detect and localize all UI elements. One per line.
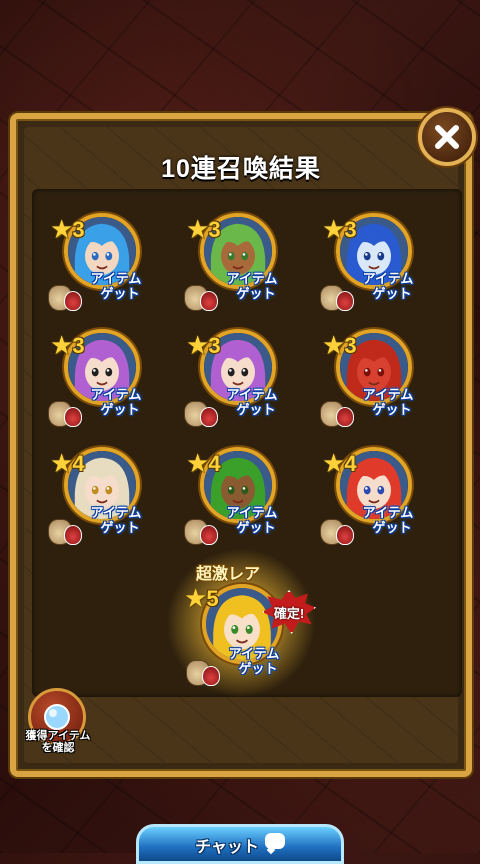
star-rating: ★ 3 bbox=[50, 217, 85, 243]
star-count: 3 bbox=[344, 217, 357, 242]
get-label: ゲット bbox=[100, 402, 140, 417]
star-icon: ★ bbox=[186, 449, 210, 479]
featured-item-get-badge: アイテム ゲット bbox=[184, 646, 294, 688]
star-rating: ★ 3 bbox=[186, 333, 221, 359]
item-get-badge: アイテム ゲット bbox=[318, 271, 428, 313]
item-label: アイテム bbox=[226, 271, 278, 286]
star-count: 3 bbox=[344, 333, 357, 358]
item-get-badge: アイテム ゲット bbox=[318, 387, 428, 429]
close-icon bbox=[435, 125, 459, 149]
result-card[interactable]: ★ 4 アイテム ゲット bbox=[182, 443, 292, 551]
star-icon: ★ bbox=[50, 331, 74, 361]
result-card[interactable]: ★ 3 アイテム ゲット bbox=[182, 325, 292, 433]
item-label: アイテム bbox=[90, 387, 142, 402]
item-label: アイテム bbox=[226, 387, 278, 402]
get-label: ゲット bbox=[372, 520, 412, 535]
get-label: ゲット bbox=[372, 286, 412, 301]
star-rating: ★ 3 bbox=[322, 333, 357, 359]
star-rating: ★ 3 bbox=[322, 217, 357, 243]
item-get-badge: アイテム ゲット bbox=[318, 505, 428, 547]
item-get-badge: アイテム ゲット bbox=[46, 271, 156, 313]
star-icon: ★ bbox=[50, 449, 74, 479]
featured-star-count: 5 bbox=[206, 586, 219, 611]
get-label: ゲット bbox=[236, 286, 276, 301]
chat-button[interactable]: チャット bbox=[136, 824, 344, 864]
item-label: アイテム bbox=[90, 271, 142, 286]
get-label: ゲット bbox=[236, 402, 276, 417]
star-count: 4 bbox=[344, 451, 357, 476]
star-rating: ★ 3 bbox=[50, 333, 85, 359]
result-card[interactable]: ★ 3 アイテム ゲット bbox=[46, 209, 156, 317]
star-icon: ★ bbox=[322, 215, 346, 245]
result-card[interactable]: ★ 3 アイテム ゲット bbox=[46, 325, 156, 433]
item-label: アイテム bbox=[362, 387, 414, 402]
get-label: ゲット bbox=[238, 661, 278, 676]
star-rating: ★ 3 bbox=[186, 217, 221, 243]
panel-title: 10連召喚結果 bbox=[161, 155, 321, 183]
star-count: 3 bbox=[208, 217, 221, 242]
confirm-label: を確認 bbox=[41, 742, 75, 754]
get-label: ゲット bbox=[236, 520, 276, 535]
star-icon: ★ bbox=[184, 584, 208, 614]
item-label: アイテム bbox=[362, 505, 414, 520]
item-get-badge: アイテム ゲット bbox=[182, 505, 292, 547]
item-label: アイテム bbox=[228, 646, 280, 661]
result-card[interactable]: ★ 3 アイテム ゲット bbox=[318, 209, 428, 317]
chat-label: チャット bbox=[195, 839, 259, 856]
star-rating: ★ 4 bbox=[50, 451, 85, 477]
result-card[interactable]: ★ 4 アイテム ゲット bbox=[46, 443, 156, 551]
rarity-label: 超激レア bbox=[196, 566, 261, 583]
star-icon: ★ bbox=[50, 215, 74, 245]
get-label: ゲット bbox=[100, 520, 140, 535]
star-count: 3 bbox=[72, 217, 85, 242]
item-label: アイテム bbox=[362, 271, 414, 286]
close-button[interactable] bbox=[418, 108, 476, 166]
star-rating: ★ 4 bbox=[186, 451, 221, 477]
acquired-items-button[interactable]: 獲得アイテム を確認 bbox=[20, 688, 96, 764]
item-get-badge: アイテム ゲット bbox=[46, 505, 156, 547]
get-label: ゲット bbox=[372, 402, 412, 417]
item-get-badge: アイテム ゲット bbox=[182, 271, 292, 313]
result-card[interactable]: ★ 3 アイテム ゲット bbox=[182, 209, 292, 317]
confirmed-label: 確定! bbox=[273, 605, 305, 621]
star-icon: ★ bbox=[186, 215, 210, 245]
item-get-badge: アイテム ゲット bbox=[182, 387, 292, 429]
item-label: アイテム bbox=[226, 505, 278, 520]
result-card[interactable]: ★ 4 アイテム ゲット bbox=[318, 443, 428, 551]
get-label: ゲット bbox=[100, 286, 140, 301]
item-get-badge: アイテム ゲット bbox=[46, 387, 156, 429]
acquired-items-label: 獲得アイテム bbox=[25, 730, 91, 742]
star-count: 3 bbox=[72, 333, 85, 358]
star-count: 3 bbox=[208, 333, 221, 358]
star-rating: ★ 4 bbox=[322, 451, 357, 477]
result-card[interactable]: ★ 3 アイテム ゲット bbox=[318, 325, 428, 433]
chat-bubble-icon bbox=[264, 833, 285, 849]
star-icon: ★ bbox=[322, 449, 346, 479]
star-icon: ★ bbox=[322, 331, 346, 361]
star-count: 4 bbox=[208, 451, 221, 476]
star-icon: ★ bbox=[186, 331, 210, 361]
star-count: 4 bbox=[72, 451, 85, 476]
item-label: アイテム bbox=[90, 505, 142, 520]
featured-star-rating: ★ 5 bbox=[184, 586, 219, 612]
featured-result[interactable]: 超激レア ★ 5 確定! アイテム ゲット bbox=[166, 548, 316, 698]
